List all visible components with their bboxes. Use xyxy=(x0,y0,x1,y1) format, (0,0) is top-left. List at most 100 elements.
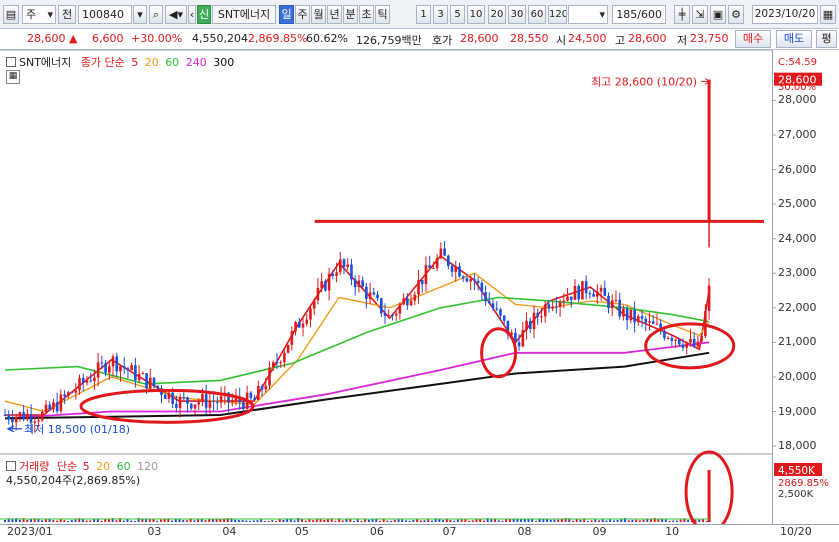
volume-bar xyxy=(171,520,174,522)
period-tab-6[interactable]: 틱 xyxy=(375,5,390,24)
candle-body xyxy=(186,397,189,404)
candle-body xyxy=(249,392,253,399)
volume-bar xyxy=(152,519,155,522)
candle-body xyxy=(301,323,305,328)
interval-tab-3[interactable]: 3 xyxy=(433,5,448,24)
period-select[interactable]: 주 ▾ xyxy=(22,5,56,24)
legend-vol120: 120 xyxy=(137,460,159,473)
candle-body xyxy=(677,339,681,345)
price-axis xyxy=(772,50,839,524)
volume-bar xyxy=(486,518,489,522)
volume-bar xyxy=(78,518,81,522)
eval-button[interactable]: 평 xyxy=(816,30,837,48)
interval-tab-10[interactable]: 10 xyxy=(467,5,485,24)
volume-bar xyxy=(375,519,378,522)
volume-bar xyxy=(523,519,526,522)
period-tab-2[interactable]: 월 xyxy=(311,5,326,24)
interval-tab-20[interactable]: 20 xyxy=(488,5,506,24)
volume-bar xyxy=(364,518,367,522)
candle-body xyxy=(596,291,599,297)
volume-bar xyxy=(338,518,341,522)
volume-bar xyxy=(286,519,289,522)
volume-bar xyxy=(642,519,645,522)
y-tick-label: 28,000 xyxy=(778,93,817,107)
ma-line-5 xyxy=(5,254,710,416)
candle-body xyxy=(577,285,581,300)
low-label: 저 xyxy=(677,34,688,47)
legend-ma60: 60 xyxy=(165,56,180,69)
candle-body xyxy=(428,265,431,269)
candle-body xyxy=(692,338,696,347)
candle-body xyxy=(320,281,323,288)
chart-menu-icon[interactable]: ▤ xyxy=(3,5,19,24)
code-dropdown-icon[interactable]: ▾ xyxy=(133,5,147,24)
volume-percent: 2,869.85% xyxy=(248,32,308,45)
volume-value: 4,550,204주(2,869.85%) xyxy=(6,474,141,487)
volume-bar xyxy=(163,519,166,522)
candle-icon[interactable]: ╪ xyxy=(674,5,690,24)
y-tick-label: 22,000 xyxy=(778,300,817,314)
volume-bar xyxy=(445,519,448,522)
calendar-icon[interactable]: ▦ xyxy=(820,5,836,24)
current-price: 28,600 ▲ xyxy=(27,32,77,45)
period-tab-5[interactable]: 초 xyxy=(359,5,374,24)
candle-body xyxy=(610,300,614,309)
fit-icon[interactable]: ⇲ xyxy=(692,5,708,24)
stock-code-input[interactable]: 100840 xyxy=(78,5,132,24)
date-field[interactable]: 2023/10/20 xyxy=(752,5,818,24)
interval-tab-5[interactable]: 5 xyxy=(450,5,465,24)
last-candle-body xyxy=(707,79,711,222)
volume-bar xyxy=(664,519,667,522)
period-tab-4[interactable]: 분 xyxy=(343,5,358,24)
candle-body xyxy=(104,363,107,373)
candle-body xyxy=(666,337,670,339)
interval-tab-1[interactable]: 1 xyxy=(416,5,431,24)
candle-body xyxy=(644,318,648,323)
sell-button[interactable]: 매도 xyxy=(776,30,812,48)
candle-body xyxy=(432,267,435,269)
volume-bar xyxy=(497,520,500,522)
interval-tab-30[interactable]: 30 xyxy=(508,5,526,24)
candle-body xyxy=(290,331,294,345)
volume-bar xyxy=(63,520,66,522)
gear-icon[interactable]: ⚙ xyxy=(728,5,744,24)
volume-bar xyxy=(330,518,333,522)
candle-body xyxy=(424,265,428,285)
volume-bar xyxy=(223,519,226,522)
volume-bar xyxy=(638,520,641,522)
volume-bar xyxy=(323,520,326,522)
grid-toggle-icon[interactable]: ▦ xyxy=(6,70,20,84)
save-icon[interactable]: ▣ xyxy=(710,5,726,24)
chevron-left-icon[interactable]: ‹ xyxy=(188,5,196,24)
open-price: 24,500 xyxy=(568,32,607,45)
search-icon[interactable]: ⌕ xyxy=(149,5,163,24)
volume-bar xyxy=(44,518,47,522)
count-field[interactable]: 185/600 xyxy=(612,5,666,24)
interval-select[interactable]: ▾ xyxy=(568,5,608,24)
candle-body xyxy=(100,362,104,364)
volume-bar xyxy=(516,518,519,522)
period-tab-3[interactable]: 년 xyxy=(327,5,342,24)
candle-body xyxy=(89,380,92,382)
volume-bar xyxy=(631,519,634,522)
buy-button[interactable]: 매수 xyxy=(735,30,771,48)
interval-tab-120[interactable]: 120 xyxy=(548,5,567,24)
candle-body xyxy=(257,386,260,400)
period-tab-1[interactable]: 주 xyxy=(295,5,310,24)
candle-body xyxy=(316,287,320,301)
candle-body xyxy=(227,392,230,403)
interval-tab-60[interactable]: 60 xyxy=(528,5,546,24)
candle-body xyxy=(447,255,450,266)
ma-line-20 xyxy=(4,272,710,413)
price-value: 28,600 xyxy=(27,32,66,45)
candle-body xyxy=(558,301,562,308)
prev-button[interactable]: 전 xyxy=(58,5,76,24)
candle-body xyxy=(555,306,558,308)
volume-bar xyxy=(378,520,381,522)
candle-body xyxy=(148,377,152,389)
candle-body xyxy=(14,416,18,423)
candle-body xyxy=(391,315,394,317)
period-tab-0[interactable]: 일 xyxy=(279,5,294,24)
speaker-icon[interactable]: ◀▾ xyxy=(165,5,187,24)
change-value: 6,600 xyxy=(92,32,124,45)
